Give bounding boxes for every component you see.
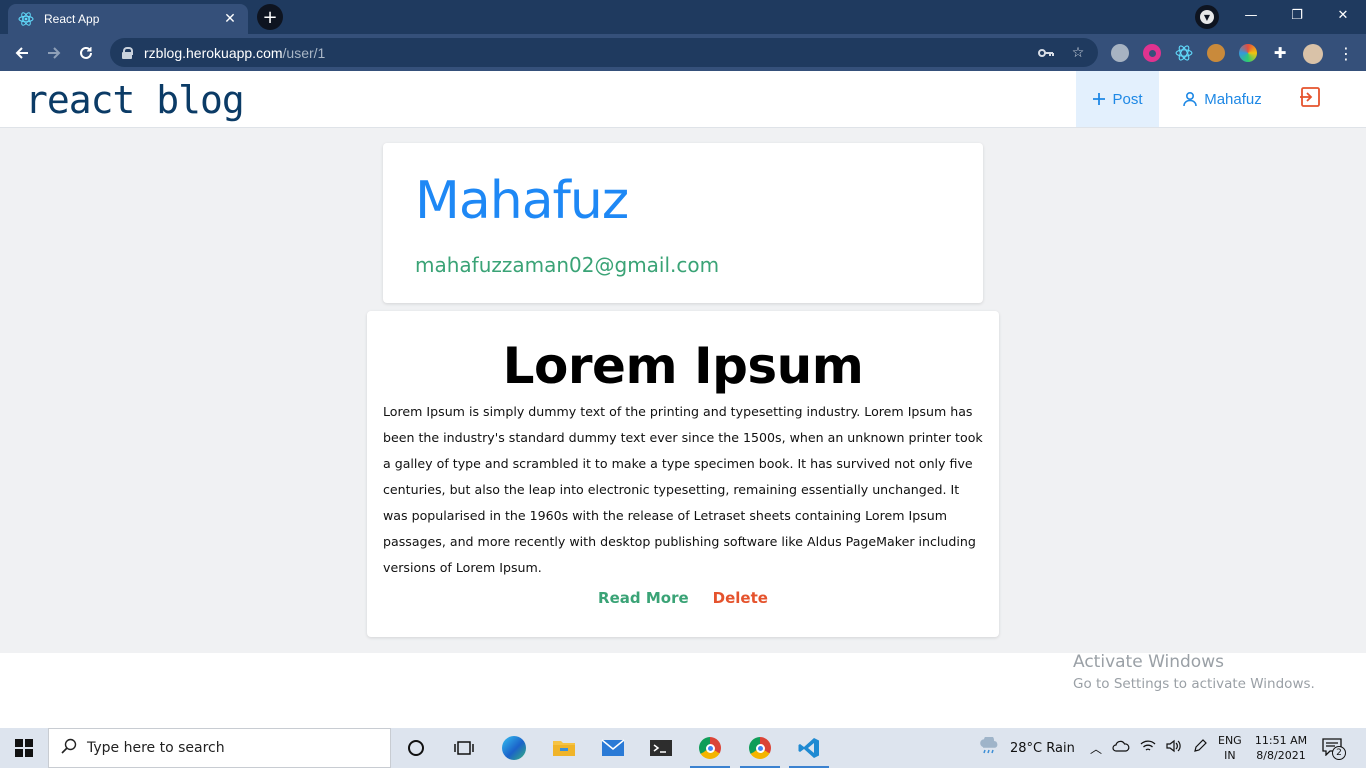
menu-kebab-icon[interactable]: ⋮: [1337, 44, 1355, 63]
chevron-up-icon[interactable]: ︿: [1090, 740, 1102, 757]
taskbar-search-input[interactable]: Type here to search: [48, 728, 391, 768]
read-more-link[interactable]: Read More: [598, 589, 689, 607]
post-card: Lorem Ipsum Lorem Ipsum is simply dummy …: [367, 311, 999, 637]
color-picker-extension-icon[interactable]: [1239, 44, 1257, 62]
windows-start-icon[interactable]: [0, 728, 48, 768]
notification-count: 2: [1332, 746, 1346, 760]
lock-icon: [122, 46, 133, 59]
profile-card: Mahafuz mahafuzzaman02@gmail.com: [383, 143, 983, 303]
search-icon: [61, 738, 77, 758]
browser-tab-strip: React App ✕ + ▼ — ❐ ✕: [0, 0, 1366, 34]
react-logo-icon: [18, 11, 34, 27]
chrome-profile-2-icon[interactable]: [736, 728, 784, 768]
browser-toolbar: rzblog.herokuapp.com /user/1 ☆ ✚ ⋮: [0, 34, 1366, 71]
app-header: react blog Post Mahafuz: [0, 71, 1366, 128]
user-profile-button[interactable]: Mahafuz: [1172, 71, 1272, 127]
shield-extension-icon[interactable]: [1111, 44, 1129, 62]
language-indicator[interactable]: ENG IN: [1218, 728, 1242, 768]
clock-date: 8/8/2021: [1256, 749, 1306, 762]
delete-button[interactable]: Delete: [713, 589, 768, 607]
profile-avatar[interactable]: [1303, 44, 1323, 64]
notification-icon: 2: [1322, 738, 1346, 760]
terminal-icon[interactable]: [637, 728, 685, 768]
record-extension-icon[interactable]: [1143, 44, 1161, 62]
watermark-subtitle: Go to Settings to activate Windows.: [1073, 676, 1315, 692]
watermark-title: Activate Windows: [1073, 652, 1224, 672]
browser-tab[interactable]: React App ✕: [8, 4, 248, 34]
extensions-puzzle-icon[interactable]: ✚: [1271, 44, 1289, 62]
system-tray: ︿: [1090, 728, 1208, 768]
logout-button[interactable]: [1290, 71, 1330, 127]
notification-center-button[interactable]: 2: [1322, 728, 1346, 768]
language-code: ENG: [1218, 734, 1242, 747]
new-tab-button[interactable]: +: [257, 4, 283, 30]
edge-browser-icon[interactable]: [490, 728, 538, 768]
post-body: Lorem Ipsum is simply dummy text of the …: [383, 404, 983, 575]
brand-logo[interactable]: react blog: [25, 78, 245, 122]
activate-windows-watermark: Activate Windows Go to Settings to activ…: [1073, 652, 1315, 692]
address-bar[interactable]: rzblog.herokuapp.com /user/1 ☆: [110, 38, 1098, 67]
tab-search-button[interactable]: ▼: [1195, 5, 1219, 29]
search-placeholder: Type here to search: [87, 740, 225, 756]
post-title: Lorem Ipsum: [502, 337, 864, 395]
bookmark-star-icon[interactable]: ☆: [1070, 45, 1086, 61]
logout-icon: [1299, 87, 1321, 111]
onedrive-cloud-icon[interactable]: [1112, 740, 1130, 756]
weather-rain-icon: [978, 735, 1000, 759]
file-explorer-icon[interactable]: [540, 728, 588, 768]
back-arrow-icon[interactable]: [11, 42, 33, 64]
mail-icon[interactable]: [589, 728, 637, 768]
windows-taskbar: Type here to search 28°C Rain ︿ ENG IN 1…: [0, 728, 1366, 768]
task-view-icon[interactable]: [440, 728, 488, 768]
tab-close-icon[interactable]: ✕: [222, 11, 238, 27]
close-window-button[interactable]: ✕: [1320, 4, 1366, 26]
weather-widget[interactable]: 28°C Rain: [978, 728, 1075, 768]
pen-icon[interactable]: [1192, 738, 1208, 758]
cortana-icon[interactable]: [392, 728, 440, 768]
profile-name: Mahafuz: [415, 171, 629, 231]
plus-icon: [1092, 92, 1106, 106]
vscode-icon[interactable]: [785, 728, 833, 768]
key-icon[interactable]: [1038, 45, 1054, 61]
post-actions: Read More Delete: [367, 589, 999, 607]
url-path: /user/1: [282, 44, 326, 61]
volume-icon[interactable]: [1166, 739, 1182, 757]
wifi-icon[interactable]: [1140, 739, 1156, 757]
user-icon: [1182, 91, 1198, 107]
chevron-down-icon: ▼: [1200, 10, 1214, 24]
clock-time: 11:51 AM: [1254, 734, 1308, 747]
post-label: Post: [1112, 90, 1143, 108]
restore-button[interactable]: ❐: [1274, 4, 1320, 26]
tab-title: React App: [44, 12, 100, 26]
chrome-profile-1-icon[interactable]: [686, 728, 734, 768]
profile-email: mahafuzzaman02@gmail.com: [415, 253, 720, 277]
forward-arrow-icon[interactable]: [43, 42, 65, 64]
react-devtools-icon[interactable]: [1175, 44, 1193, 62]
language-region: IN: [1224, 749, 1236, 762]
new-post-button[interactable]: Post: [1076, 71, 1159, 127]
cookie-extension-icon[interactable]: [1207, 44, 1225, 62]
minimize-button[interactable]: —: [1228, 4, 1274, 26]
user-label: Mahafuz: [1204, 90, 1262, 108]
weather-text: 28°C Rain: [1010, 740, 1075, 756]
reload-icon[interactable]: [75, 42, 97, 64]
url-host: rzblog.herokuapp.com: [144, 44, 283, 61]
clock[interactable]: 11:51 AM 8/8/2021: [1254, 728, 1308, 768]
